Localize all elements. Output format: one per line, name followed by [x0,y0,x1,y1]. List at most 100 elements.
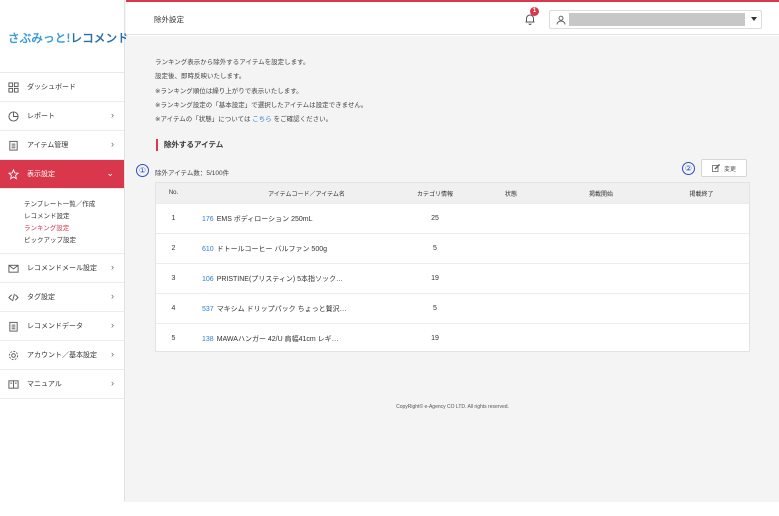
sidebar-item-recommend-data[interactable]: レコメンドデータ › [0,312,124,341]
book-icon [7,378,19,390]
cell-name: 537 マキシム ドリップパック ちょっと贅沢… [191,304,396,314]
cell-category: 25 [431,215,439,222]
gear-icon [7,349,19,361]
sidebar-nav: ダッシュボード レポート › アイテム管理 › 表示設定 ⌄ テンプレート一覧／… [0,72,124,399]
item-code-link[interactable]: 138 [202,336,214,343]
sidebar-item-label: ダッシュボード [27,84,76,91]
sidebar-item-label: アカウント／基本設定 [27,352,97,359]
column-header-category: カテゴリ情報 [416,191,453,198]
cell-category: 19 [431,335,439,342]
logo-accent-text: レコメンド [70,33,130,45]
sidebar-item-label: タグ設定 [27,294,55,301]
user-account-dropdown[interactable] [549,10,762,29]
sidebar-item-recommend-mail[interactable]: レコメンドメール設定 › [0,254,124,283]
sidebar-item-account-settings[interactable]: アカウント／基本設定 › [0,341,124,370]
main-content: ランキング表示から除外するアイテムを設定します。 設定後、即時反映いたします。 … [126,36,779,502]
table-row: 1 176 EMS ボディローション 250mL 25 [156,203,749,233]
cell-name: 138 MAWAハンガー 42/U 肩幅41cm レギ… [191,334,396,344]
app-logo[interactable]: さぶみっと!レコメンド [8,30,129,46]
excluded-item-count: 除外アイテム数：5/100件 [155,170,230,177]
footer-copyright: CopyRight© e-Agency CO LTD. All rights r… [396,404,509,410]
mail-icon [7,262,19,274]
sidebar-item-display-settings[interactable]: 表示設定 ⌄ [0,160,124,189]
star-icon [7,168,19,180]
sidebar-item-label: マニュアル [27,381,62,388]
logo-main-text: さぶみっと! [8,33,71,45]
subnav-item-ranking-settings[interactable]: ランキング設定 [24,223,124,235]
column-header-no: No. [168,190,179,196]
top-header: 除外設定 1 [126,0,779,35]
item-code-link[interactable]: 106 [202,276,214,283]
sidebar-item-dashboard[interactable]: ダッシュボード [0,73,124,102]
annotation-mark-2: ② [682,162,695,175]
intro-line: ※ランキング設定の「基本設定」で選択したアイテムは設定できません。 [155,101,368,109]
chevron-right-icon: › [111,291,114,301]
sidebar-item-items[interactable]: アイテム管理 › [0,131,124,160]
chevron-right-icon: › [111,262,114,272]
item-code-link[interactable]: 537 [202,306,214,313]
table-row: 2 610 ドトールコーヒー バルファン 500g 5 [156,233,749,263]
chevron-right-icon: › [111,349,114,359]
intro-line-text: ※アイテムの「状態」については [155,116,251,124]
intro-line: ※アイテムの「状態」については こちら をご確認ください。 [155,113,367,127]
cell-no: 3 [171,275,176,282]
cell-name: 106 PRISTINE(プリスティン) 5本指ソック… [191,274,396,284]
item-name: EMS ボディローション 250mL [216,215,313,223]
cell-category: 5 [433,245,437,252]
chevron-right-icon: › [111,139,114,149]
table-row: 3 106 PRISTINE(プリスティン) 5本指ソック… 19 [156,263,749,293]
annotation-mark-1: ① [136,164,149,177]
excluded-items-table: No. アイテムコード／アイテム名 カテゴリ情報 状態 掲載開始 掲載終了 1 … [155,182,750,352]
item-name: ドトールコーヒー バルファン 500g [216,245,328,253]
code-icon [7,291,19,303]
cell-no: 2 [171,245,176,252]
sidebar-item-label: アイテム管理 [27,142,69,149]
user-icon [556,15,566,25]
cell-no: 5 [171,335,176,342]
column-header-end: 掲載終了 [689,191,714,198]
redacted-username [569,13,745,26]
cell-no: 1 [171,215,176,222]
cell-name: 176 EMS ボディローション 250mL [191,214,396,224]
item-name: PRISTINE(プリスティン) 5本指ソック… [216,275,344,283]
report-icon [7,110,19,122]
item-code-link[interactable]: 176 [202,216,214,223]
subnav-item-pickup-settings[interactable]: ピックアップ設定 [24,235,124,247]
sidebar-item-manual[interactable]: マニュアル › [0,370,124,399]
table-header: No. アイテムコード／アイテム名 カテゴリ情報 状態 掲載開始 掲載終了 [156,183,749,203]
sidebar: さぶみっと!レコメンド ダッシュボード レポート › アイテム管理 › 表示設定… [0,0,129,502]
item-name: MAWAハンガー 42/U 肩幅41cm レギ… [216,335,339,343]
data-icon [7,320,19,332]
item-name: マキシム ドリップパック ちょっと贅沢… [216,305,347,313]
item-icon [7,139,19,151]
sidebar-item-label: レコメンドデータ [27,323,83,330]
status-help-link[interactable]: こちら [252,116,272,123]
subnav-item-recommend-settings[interactable]: レコメンド設定 [24,211,124,223]
edit-button-label: 変更 [723,166,736,173]
column-header-status: 状態 [504,191,517,198]
intro-line: ランキング表示から除外するアイテムを設定します。 [155,59,310,66]
edit-button[interactable]: 変更 [701,159,747,177]
notification-badge: 1 [530,7,539,16]
cell-category: 19 [431,275,439,282]
cell-category: 5 [433,305,437,312]
section-title: 除外するアイテム [156,139,223,151]
column-header-start: 掲載開始 [588,191,613,198]
chevron-right-icon: › [111,110,114,120]
item-code-link[interactable]: 610 [202,246,214,253]
sidebar-subnav: テンプレート一覧／作成 レコメンド設定 ランキング設定 ピックアップ設定 [0,189,124,254]
edit-icon [712,164,720,172]
chevron-down-icon: ⌄ [106,168,114,178]
column-header-name: アイテムコード／アイテム名 [268,191,345,198]
intro-line: ※ランキング順位は繰り上がりで表示いたします。 [155,87,303,95]
cell-no: 4 [171,305,176,312]
chevron-right-icon: › [111,378,114,388]
page-title: 除外設定 [154,15,184,24]
cell-name: 610 ドトールコーヒー バルファン 500g [191,244,396,254]
sidebar-item-report[interactable]: レポート › [0,102,124,131]
sidebar-item-label: レポート [27,113,55,120]
subnav-item-templates[interactable]: テンプレート一覧／作成 [24,199,124,211]
bottom-strip [0,502,779,516]
sidebar-item-tag-settings[interactable]: タグ設定 › [0,283,124,312]
intro-line-text: をご確認ください。 [273,116,333,124]
